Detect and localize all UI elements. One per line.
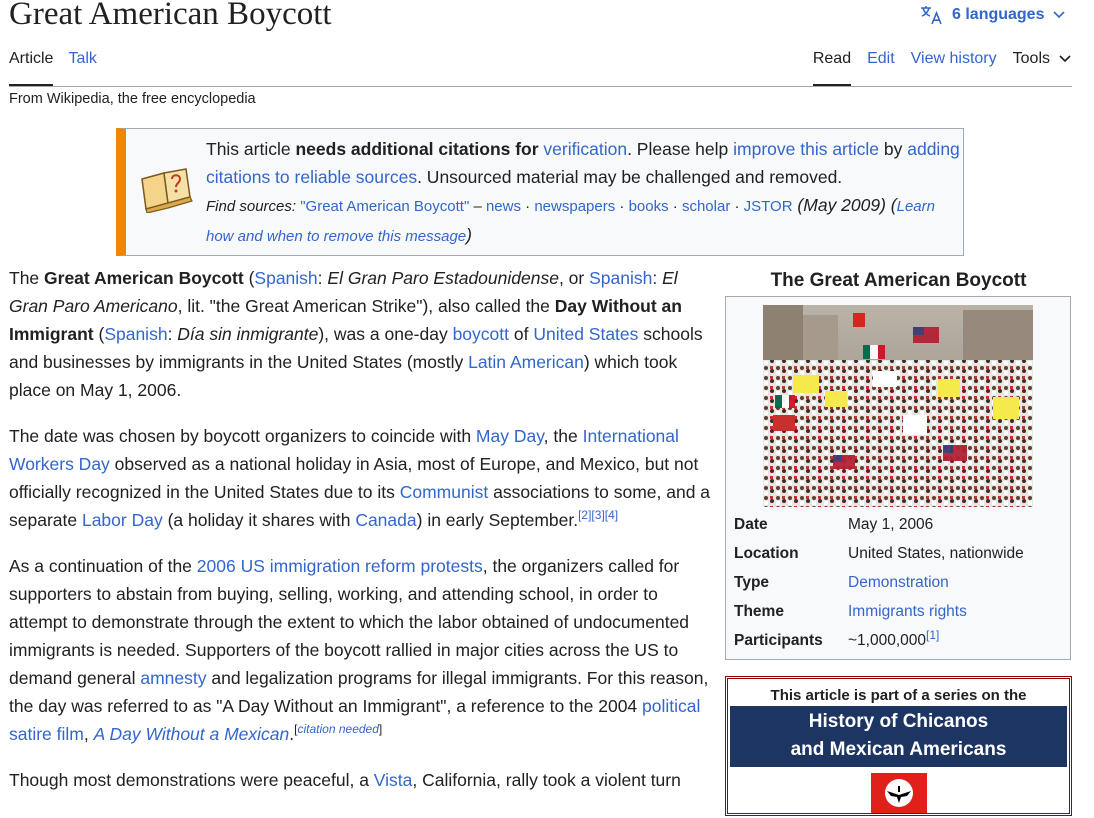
notice-date: (May 2009) ( [792, 195, 897, 215]
infobox-value: United States, nationwide [848, 545, 1024, 562]
citation-needed-notice: This article needs additional citations … [116, 128, 964, 256]
paragraph-4: Though most demonstrations were peaceful… [9, 770, 681, 790]
infobox-label: Location [734, 545, 799, 562]
united-states-link[interactable]: United States [533, 324, 638, 344]
reference-links[interactable]: [2][3][4] [578, 508, 618, 522]
paragraph-2: The date was chosen by boycott organizer… [9, 426, 711, 530]
book-question-icon [141, 168, 193, 213]
vista-link[interactable]: Vista [374, 770, 413, 790]
find-sources-label: Find sources: [206, 198, 297, 215]
tools-label: Tools [1012, 50, 1050, 67]
page-title: Great American Boycott [9, 0, 332, 32]
close-paren: ) [466, 225, 472, 245]
scholar-link[interactable]: scholar [682, 198, 730, 215]
citation-needed-link[interactable]: citation needed [298, 722, 379, 736]
series-intro: This article is part of a series on the [770, 687, 1027, 704]
latin-american-link[interactable]: Latin American [468, 352, 584, 372]
may-day-link[interactable]: May Day [476, 426, 544, 446]
reference-link[interactable]: [1] [926, 628, 939, 642]
notice-bold: needs additional citations for [295, 139, 544, 159]
infobox-label: Theme [734, 603, 784, 620]
infobox-value: ~1,000,000[1] [848, 627, 940, 649]
separator: · [615, 198, 629, 215]
verification-link[interactable]: verification [543, 139, 627, 159]
site-tagline: From Wikipedia, the free encyclopedia [9, 91, 256, 107]
article-body: The Great American Boycott (Spanish: El … [9, 264, 711, 812]
separator: · [521, 198, 535, 215]
improve-article-link[interactable]: improve this article [733, 139, 879, 159]
paragraph-1: The Great American Boycott (Spanish: El … [9, 268, 703, 400]
jstor-link[interactable]: JSTOR [744, 198, 793, 215]
infobox-caption: The Great American Boycott [770, 270, 1027, 291]
newspapers-link[interactable]: newspapers [534, 198, 615, 215]
notice-text-part: . Unsourced material may be challenged a… [417, 167, 843, 187]
separator: · [668, 198, 682, 215]
chevron-down-icon [1053, 11, 1066, 19]
amnesty-link[interactable]: amnesty [140, 668, 206, 688]
boycott-link[interactable]: boycott [453, 324, 509, 344]
chicano-eagle-icon[interactable] [870, 773, 927, 813]
header-divider [9, 86, 1072, 87]
tab-view-history[interactable]: View history [911, 48, 997, 86]
tools-menu[interactable]: Tools [1013, 48, 1072, 86]
news-link[interactable]: news [486, 198, 521, 215]
paragraph-3: As a continuation of the 2006 US immigra… [9, 556, 709, 744]
tab-edit[interactable]: Edit [867, 48, 895, 86]
infobox-value: May 1, 2006 [848, 516, 934, 533]
notice-text-part: . Please help [627, 139, 734, 159]
books-link[interactable]: books [629, 198, 669, 215]
day-without-mexican-link[interactable]: A Day Without a Mexican [94, 724, 290, 744]
tab-article[interactable]: Article [9, 48, 54, 86]
series-title-line: History of Chicanos [808, 711, 989, 732]
canada-link[interactable]: Canada [355, 510, 416, 530]
series-title-link[interactable]: History of Chicanos and Mexican American… [730, 706, 1067, 767]
notice-text: This article needs additional citations … [206, 135, 966, 251]
tab-talk[interactable]: Talk [68, 48, 96, 86]
series-sidebar: This article is part of a series on the … [725, 676, 1072, 816]
labor-day-link[interactable]: Labor Day [82, 510, 163, 530]
find-sources: Find sources: "Great American Boycott" –… [206, 195, 935, 245]
demonstration-link[interactable]: Demonstration [848, 573, 949, 593]
communist-link[interactable]: Communist [400, 482, 489, 502]
notice-text-part: This article [206, 139, 296, 159]
citation-needed: [citation needed] [294, 722, 383, 737]
languages-button[interactable]: 6 languages [920, 4, 1066, 26]
infobox: Date May 1, 2006 Location United States,… [725, 296, 1071, 660]
spanish-link[interactable]: Spanish [254, 268, 317, 288]
namespace-tabs: Article Talk [9, 48, 97, 86]
immigration-protests-link[interactable]: 2006 US immigration reform protests [197, 556, 483, 576]
languages-label: 6 languages [952, 6, 1045, 23]
infobox-label: Participants [734, 632, 823, 649]
view-tabs: Read Edit View history Tools [812, 48, 1072, 86]
tab-read[interactable]: Read [812, 48, 852, 86]
find-query-link[interactable]: "Great American Boycott" [300, 198, 469, 215]
translate-icon [921, 6, 942, 25]
spanish-link[interactable]: Spanish [589, 268, 652, 288]
dash: – [469, 198, 486, 215]
series-title-line: and Mexican Americans [790, 739, 1007, 760]
separator: · [730, 198, 744, 215]
immigrants-rights-link[interactable]: Immigrants rights [848, 602, 967, 622]
notice-text-part: by [879, 139, 908, 159]
infobox-label: Date [734, 516, 768, 533]
spanish-link[interactable]: Spanish [104, 324, 167, 344]
infobox-label: Type [734, 574, 770, 591]
chevron-down-icon [1059, 55, 1071, 63]
protest-photo[interactable] [763, 305, 1033, 507]
